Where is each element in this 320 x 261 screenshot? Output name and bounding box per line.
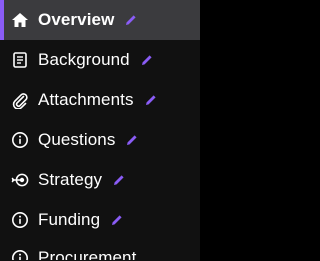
document-icon [10, 50, 30, 70]
sidebar-item-label: Overview [38, 10, 115, 29]
pencil-icon[interactable] [124, 13, 138, 27]
sidebar-item-attachments[interactable]: Attachments [0, 80, 200, 120]
sidebar-item-background[interactable]: Background [0, 40, 200, 80]
pencil-icon[interactable] [110, 213, 124, 227]
info-icon [10, 248, 30, 260]
sidebar-item-label: Strategy [38, 170, 103, 189]
sidebar-item-label: Attachments [38, 90, 134, 109]
sidebar-item-label: Funding [38, 210, 101, 229]
sidebar-item-funding[interactable]: Funding [0, 200, 200, 240]
sidebar-item-strategy[interactable]: Strategy [0, 160, 200, 200]
pencil-icon[interactable] [112, 173, 126, 187]
info-icon [10, 210, 30, 230]
pencil-icon[interactable] [125, 133, 139, 147]
target-icon [10, 170, 30, 190]
paperclip-icon [10, 90, 30, 110]
pencil-icon[interactable] [144, 93, 158, 107]
sidebar-item-label: Procurement [38, 248, 137, 260]
pencil-icon[interactable] [140, 53, 154, 67]
info-icon [10, 130, 30, 150]
sidebar-item-label: Background [38, 50, 130, 69]
sidebar-item-questions[interactable]: Questions [0, 120, 200, 160]
sidebar-item-procurement[interactable]: Procurement [0, 240, 200, 260]
sidebar-item-overview[interactable]: Overview [0, 0, 200, 40]
sidebar-nav: Overview Background Attachments Question… [0, 0, 200, 261]
home-icon [10, 10, 30, 30]
sidebar-item-label: Questions [38, 130, 116, 149]
